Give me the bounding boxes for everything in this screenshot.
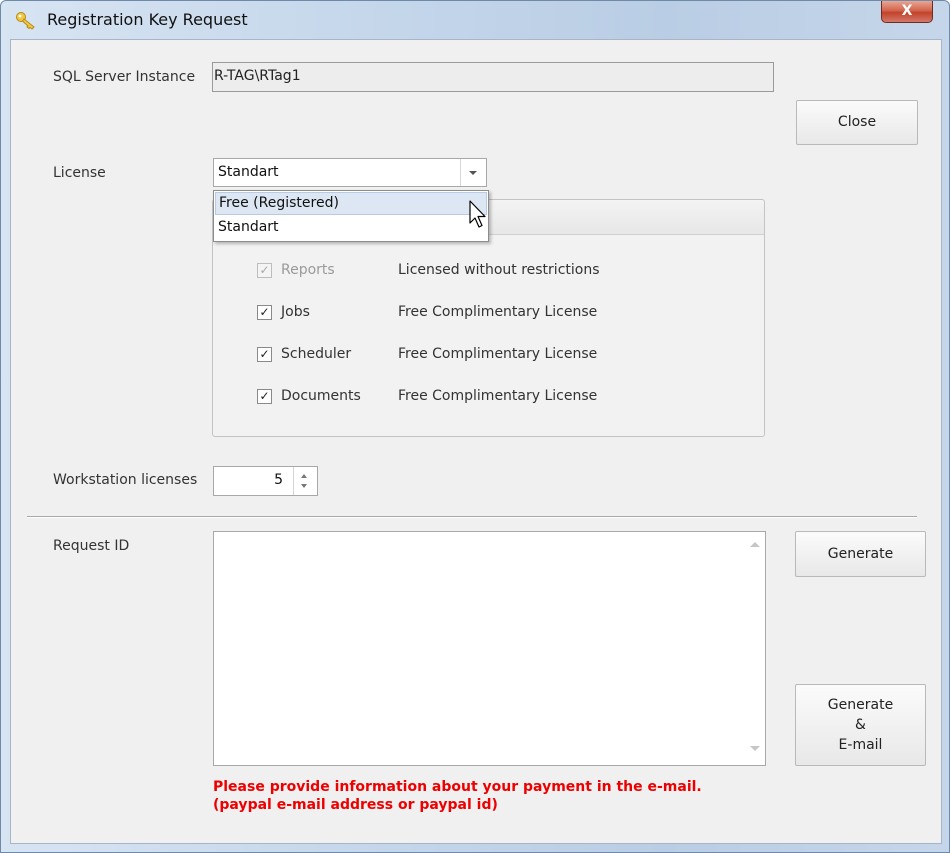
license-selected-value: Standart: [218, 164, 279, 180]
payment-notice: Please provide information about your pa…: [213, 778, 702, 814]
sql-server-instance-label: SQL Server Instance: [53, 69, 196, 85]
section-divider: [27, 516, 917, 518]
title-bar[interactable]: Registration Key Request X: [1, 1, 949, 39]
documents-label[interactable]: Documents: [281, 388, 361, 404]
reports-label: Reports: [281, 262, 335, 278]
generate-email-label-line1: Generate: [827, 697, 894, 713]
request-id-textarea[interactable]: [213, 531, 766, 766]
key-icon: [16, 12, 35, 30]
chevron-down-icon[interactable]: [460, 159, 486, 186]
documents-status: Free Complimentary License: [398, 388, 598, 404]
reports-checkbox: ✓: [257, 263, 272, 278]
window-title: Registration Key Request: [47, 10, 248, 29]
scheduler-checkbox[interactable]: ✓: [257, 347, 272, 362]
close-button[interactable]: Close: [796, 100, 918, 145]
stepper-down-icon[interactable]: [301, 484, 307, 488]
workstation-licenses-label: Workstation licenses: [53, 472, 198, 488]
stepper-up-icon[interactable]: [301, 474, 307, 478]
license-label: License: [53, 165, 106, 181]
payment-notice-line1: Please provide information about your pa…: [213, 779, 702, 795]
license-option-standart[interactable]: Standart: [215, 217, 487, 240]
stepper-buttons[interactable]: [293, 467, 317, 495]
generate-email-button[interactable]: Generate & E-mail: [795, 684, 926, 766]
license-option-free-registered[interactable]: Free (Registered): [215, 192, 487, 215]
scroll-down-icon[interactable]: [750, 746, 760, 751]
jobs-checkbox[interactable]: ✓: [257, 305, 272, 320]
scheduler-label[interactable]: Scheduler: [281, 346, 351, 362]
generate-email-label-line2: &: [855, 717, 866, 733]
license-combobox[interactable]: Standart: [213, 158, 487, 187]
reports-status: Licensed without restrictions: [398, 262, 600, 278]
mouse-cursor-icon: [469, 200, 486, 228]
workstation-licenses-value[interactable]: 5: [274, 472, 283, 488]
documents-checkbox[interactable]: ✓: [257, 389, 272, 404]
jobs-label[interactable]: Jobs: [281, 304, 310, 320]
sql-server-instance-field: R-TAG\RTag1: [212, 62, 774, 92]
jobs-status: Free Complimentary License: [398, 304, 598, 320]
scheduler-status: Free Complimentary License: [398, 346, 598, 362]
license-dropdown-list: Free (Registered) Standart: [213, 190, 489, 242]
payment-notice-line2: (paypal e-mail address or paypal id): [213, 797, 498, 813]
scroll-up-icon[interactable]: [750, 542, 760, 547]
workstation-licenses-stepper[interactable]: 5: [213, 466, 318, 496]
request-id-label: Request ID: [53, 538, 130, 554]
generate-email-label-line3: E-mail: [838, 737, 883, 753]
request-id-scrollbar[interactable]: [743, 532, 765, 765]
window-close-button[interactable]: X: [881, 1, 933, 23]
generate-button[interactable]: Generate: [795, 531, 926, 577]
